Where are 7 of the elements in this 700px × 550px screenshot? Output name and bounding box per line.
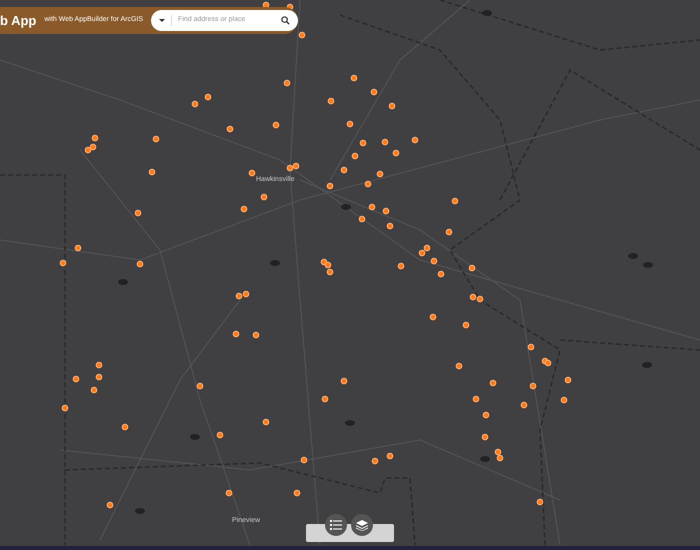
- layers-icon: [356, 520, 368, 530]
- legend-button[interactable]: [325, 514, 347, 536]
- app-title: b App: [0, 12, 36, 30]
- caret-icon: [159, 19, 166, 22]
- list-icon: [330, 520, 342, 530]
- search-icon[interactable]: [281, 16, 290, 25]
- layers-button[interactable]: [351, 514, 373, 536]
